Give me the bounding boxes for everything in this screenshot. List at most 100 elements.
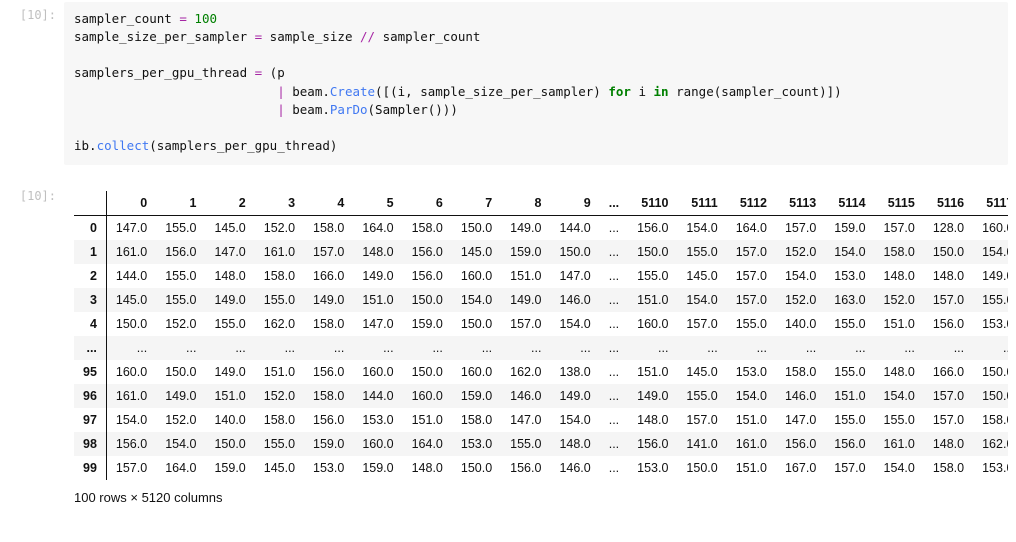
code-token: | — [277, 84, 285, 99]
dataframe-cell: 147.0 — [501, 408, 550, 432]
dataframe-cell: ... — [600, 384, 628, 408]
dataframe-cell: 157.0 — [727, 288, 776, 312]
dataframe-cell: ... — [600, 336, 628, 360]
table-row: 0147.0155.0145.0152.0158.0164.0158.0150.… — [74, 216, 1008, 241]
dataframe-row-index: 97 — [74, 408, 106, 432]
dataframe-cell: 151.0 — [727, 408, 776, 432]
dataframe-cell: 153.0 — [973, 456, 1008, 480]
dataframe-cell: 160.0 — [452, 264, 501, 288]
dataframe-col-header: 4 — [304, 191, 353, 216]
dataframe-cell: 155.0 — [825, 360, 874, 384]
dataframe-cell: 156.0 — [156, 240, 205, 264]
dataframe-cell: ... — [600, 408, 628, 432]
dataframe-cell: 150.0 — [156, 360, 205, 384]
dataframe-cell: 149.0 — [205, 288, 254, 312]
dataframe-cell: 150.0 — [452, 456, 501, 480]
code-token: sampler_count — [74, 11, 179, 26]
dataframe-cell: 156.0 — [106, 432, 156, 456]
dataframe-cell: 159.0 — [501, 240, 550, 264]
dataframe-cell: 166.0 — [924, 360, 973, 384]
code-token — [74, 84, 277, 99]
dataframe-cell: ... — [875, 336, 924, 360]
dataframe-cell: 152.0 — [776, 288, 825, 312]
dataframe-col-header: 5116 — [924, 191, 973, 216]
output-area: 0123456789...511051115112511351145115511… — [64, 183, 1008, 515]
dataframe-cell: 148.0 — [205, 264, 254, 288]
code-content[interactable]: sampler_count = 100 sample_size_per_samp… — [74, 10, 998, 155]
dataframe-cell: 154.0 — [875, 456, 924, 480]
dataframe-cell: 161.0 — [875, 432, 924, 456]
dataframe-row-index: 2 — [74, 264, 106, 288]
code-token: ([(i, sample_size_per_sampler) — [375, 84, 608, 99]
dataframe-cell: 159.0 — [825, 216, 874, 241]
code-token: for — [608, 84, 631, 99]
dataframe-cell: ... — [304, 336, 353, 360]
dataframe-cell: 158.0 — [255, 408, 304, 432]
dataframe-cell: 154.0 — [825, 240, 874, 264]
dataframe-cell: 160.0 — [403, 384, 452, 408]
dataframe-cell: 164.0 — [353, 216, 402, 241]
dataframe-cell: 146.0 — [550, 288, 599, 312]
dataframe-cell: ... — [727, 336, 776, 360]
dataframe-cell: 151.0 — [727, 456, 776, 480]
dataframe-cell: 157.0 — [875, 216, 924, 241]
dataframe-cell: 149.0 — [550, 384, 599, 408]
dataframe-cell: 148.0 — [403, 456, 452, 480]
table-row: 2144.0155.0148.0158.0166.0149.0156.0160.… — [74, 264, 1008, 288]
dataframe-col-header: 9 — [550, 191, 599, 216]
dataframe-cell: ... — [628, 336, 677, 360]
dataframe-cell: 155.0 — [255, 288, 304, 312]
dataframe-cell: 155.0 — [501, 432, 550, 456]
dataframe-cell: 150.0 — [973, 360, 1008, 384]
dataframe-cell: ... — [353, 336, 402, 360]
dataframe-cell: 158.0 — [255, 264, 304, 288]
dataframe-cell: 147.0 — [550, 264, 599, 288]
dataframe-cell: ... — [924, 336, 973, 360]
dataframe-cell: 160.0 — [106, 360, 156, 384]
dataframe-cell: 151.0 — [628, 288, 677, 312]
dataframe-cell: 156.0 — [304, 408, 353, 432]
code-token: 100 — [194, 11, 217, 26]
dataframe-cell: 155.0 — [156, 264, 205, 288]
dataframe-cell: 148.0 — [353, 240, 402, 264]
dataframe-col-header: 3 — [255, 191, 304, 216]
dataframe-cell: 146.0 — [501, 384, 550, 408]
dataframe-cell: ... — [600, 456, 628, 480]
dataframe-cell: 157.0 — [677, 312, 726, 336]
dataframe-row-index: 96 — [74, 384, 106, 408]
code-input-area[interactable]: sampler_count = 100 sample_size_per_samp… — [64, 2, 1008, 165]
table-row: 4150.0152.0155.0162.0158.0147.0159.0150.… — [74, 312, 1008, 336]
dataframe-cell: ... — [156, 336, 205, 360]
dataframe-cell: 149.0 — [501, 288, 550, 312]
output-prompt: [10]: — [0, 183, 64, 203]
output-cell: [10]: 0123456789...511051115112511351145… — [0, 181, 1016, 517]
dataframe-cell: 145.0 — [452, 240, 501, 264]
dataframe-col-header: 2 — [205, 191, 254, 216]
dataframe-cell: 155.0 — [156, 216, 205, 241]
dataframe-cell: 162.0 — [973, 432, 1008, 456]
dataframe-cell: 154.0 — [550, 312, 599, 336]
dataframe-col-header: 1 — [156, 191, 205, 216]
dataframe-cell: 150.0 — [403, 360, 452, 384]
dataframe-cell: 154.0 — [550, 408, 599, 432]
dataframe-cell: 145.0 — [677, 264, 726, 288]
dataframe-cell: ... — [205, 336, 254, 360]
dataframe-cell: 157.0 — [825, 456, 874, 480]
dataframe-cell: 156.0 — [825, 432, 874, 456]
dataframe-col-header: 7 — [452, 191, 501, 216]
dataframe-col-header: 5114 — [825, 191, 874, 216]
dataframe-col-header: 0 — [106, 191, 156, 216]
dataframe-cell: 158.0 — [776, 360, 825, 384]
dataframe-cell: 160.0 — [628, 312, 677, 336]
dataframe-cell: 149.0 — [973, 264, 1008, 288]
code-token: range(sampler_count)]) — [669, 84, 842, 99]
dataframe-cell: 155.0 — [156, 288, 205, 312]
dataframe-col-header: 5117 — [973, 191, 1008, 216]
dataframe-cell: ... — [452, 336, 501, 360]
dataframe-cell: 156.0 — [628, 216, 677, 241]
dataframe-cell: 149.0 — [156, 384, 205, 408]
dataframe-cell: 155.0 — [825, 408, 874, 432]
table-row: 95160.0150.0149.0151.0156.0160.0150.0160… — [74, 360, 1008, 384]
dataframe-cell: 158.0 — [304, 384, 353, 408]
dataframe-cell: 160.0 — [452, 360, 501, 384]
